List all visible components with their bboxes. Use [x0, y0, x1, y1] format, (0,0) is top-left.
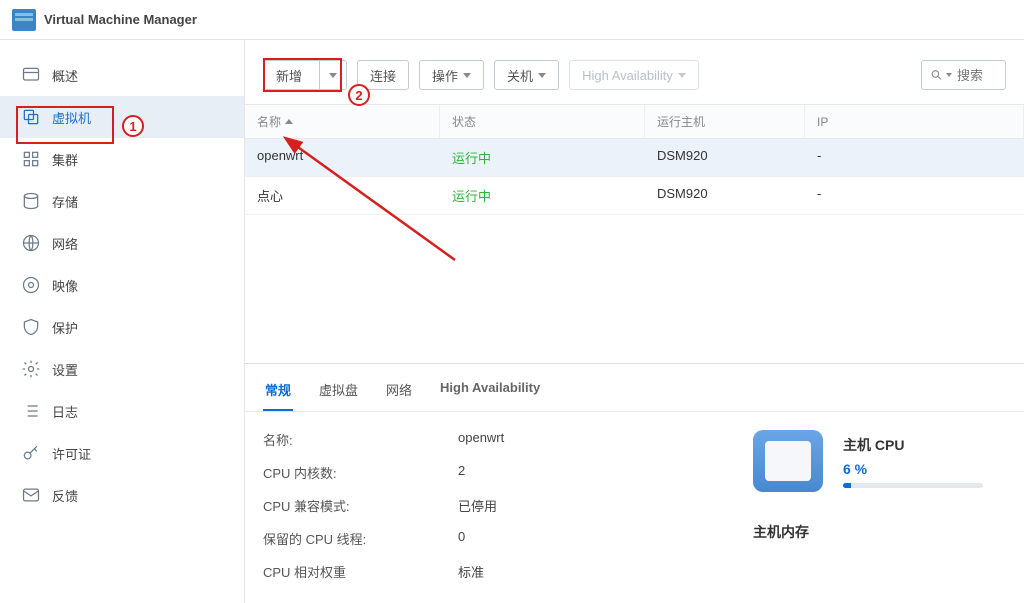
host-mem-title: 主机内存	[753, 522, 1006, 542]
connect-button[interactable]: 连接	[357, 60, 409, 90]
sidebar-item-label: 许可证	[52, 444, 91, 463]
cell-status: 运行中	[440, 139, 645, 176]
cell-ip: -	[805, 139, 1024, 176]
cpu-chip-icon	[753, 430, 823, 492]
sidebar-item-storage[interactable]: 存储	[0, 180, 244, 222]
toolbar: 新增 连接 操作 关机 High Availability	[245, 40, 1024, 104]
sidebar-item-feedback[interactable]: 反馈	[0, 474, 244, 516]
sidebar-item-label: 存储	[52, 192, 78, 211]
tab-ha[interactable]: High Availability	[438, 376, 542, 411]
connect-button-label: 连接	[370, 66, 396, 85]
cell-name: 点心	[245, 177, 440, 214]
sidebar-item-overview[interactable]: 概述	[0, 54, 244, 96]
chevron-down-icon	[463, 73, 471, 78]
col-header-host[interactable]: 运行主机	[645, 105, 805, 138]
sidebar-item-license[interactable]: 许可证	[0, 432, 244, 474]
sort-asc-icon	[285, 119, 293, 124]
app-header: Virtual Machine Manager	[0, 0, 1024, 40]
shutdown-button-label: 关机	[507, 66, 533, 85]
sidebar-item-label: 设置	[52, 360, 78, 379]
add-button-dropdown[interactable]	[319, 61, 346, 89]
tab-network[interactable]: 网络	[384, 376, 414, 411]
sidebar-item-protection[interactable]: 保护	[0, 306, 244, 348]
cell-name: openwrt	[245, 139, 440, 176]
sidebar-item-label: 集群	[52, 150, 78, 169]
sidebar-item-logs[interactable]: 日志	[0, 390, 244, 432]
search-icon	[930, 68, 943, 82]
detail-side: 主机 CPU 6 % 主机内存	[733, 430, 1006, 603]
cell-host: DSM920	[645, 177, 805, 214]
list-icon	[20, 401, 42, 421]
overview-icon	[20, 65, 42, 85]
network-icon	[20, 233, 42, 253]
host-cpu-bar	[843, 483, 983, 488]
tab-general[interactable]: 常规	[263, 376, 293, 411]
host-cpu-percent: 6 %	[843, 461, 983, 477]
sidebar-item-label: 反馈	[52, 486, 78, 505]
chevron-down-icon	[329, 73, 337, 78]
key-icon	[20, 443, 42, 463]
sidebar-item-settings[interactable]: 设置	[0, 348, 244, 390]
sidebar-item-image[interactable]: 映像	[0, 264, 244, 306]
ha-button-label: High Availability	[582, 68, 673, 83]
image-icon	[20, 275, 42, 295]
sidebar-item-network[interactable]: 网络	[0, 222, 244, 264]
kv-key: 名称:	[263, 430, 458, 449]
detail-properties: 名称:openwrt CPU 内核数:2 CPU 兼容模式:已停用 保留的 CP…	[263, 430, 733, 603]
kv-val: openwrt	[458, 430, 504, 449]
shield-icon	[20, 317, 42, 337]
detail-tabs: 常规 虚拟盘 网络 High Availability	[245, 364, 1024, 412]
vm-icon	[20, 107, 42, 127]
cell-status: 运行中	[440, 177, 645, 214]
sidebar-item-cluster[interactable]: 集群	[0, 138, 244, 180]
main-content: 新增 连接 操作 关机 High Availability 名称 状态 运行主机…	[245, 40, 1024, 603]
col-header-status[interactable]: 状态	[440, 105, 645, 138]
mail-icon	[20, 485, 42, 505]
cell-host: DSM920	[645, 139, 805, 176]
sidebar-item-label: 日志	[52, 402, 78, 421]
ha-button: High Availability	[569, 60, 699, 90]
host-cpu-card: 主机 CPU 6 %	[753, 430, 1006, 492]
chevron-down-icon	[678, 73, 686, 78]
sidebar-item-label: 保护	[52, 318, 78, 337]
kv-val: 已停用	[458, 496, 497, 515]
action-button-label: 操作	[432, 66, 458, 85]
kv-key: CPU 相对权重	[263, 562, 458, 581]
chevron-down-icon	[538, 73, 546, 78]
chevron-down-icon	[946, 73, 952, 77]
shutdown-button[interactable]: 关机	[494, 60, 559, 90]
action-button[interactable]: 操作	[419, 60, 484, 90]
sidebar: 概述 虚拟机 集群 存储 网络 映像 保护 设置	[0, 40, 245, 603]
kv-key: 保留的 CPU 线程:	[263, 529, 458, 548]
kv-key: CPU 兼容模式:	[263, 496, 458, 515]
table-header-row: 名称 状态 运行主机 IP	[245, 104, 1024, 139]
host-cpu-bar-fill	[843, 483, 851, 488]
storage-icon	[20, 191, 42, 211]
sidebar-item-vm[interactable]: 虚拟机	[0, 96, 244, 138]
search-input[interactable]	[957, 68, 997, 83]
sidebar-item-label: 概述	[52, 66, 78, 85]
kv-val: 标准	[458, 562, 484, 581]
detail-pane: 常规 虚拟盘 网络 High Availability 名称:openwrt C…	[245, 363, 1024, 603]
col-header-ip[interactable]: IP	[805, 105, 1024, 138]
cell-ip: -	[805, 177, 1024, 214]
cluster-icon	[20, 149, 42, 169]
tab-vdisk[interactable]: 虚拟盘	[317, 376, 360, 411]
add-button[interactable]: 新增	[263, 60, 347, 90]
sidebar-item-label: 虚拟机	[52, 108, 91, 127]
kv-val: 2	[458, 463, 465, 482]
sidebar-item-label: 网络	[52, 234, 78, 253]
search-box[interactable]	[921, 60, 1006, 90]
table-row[interactable]: openwrt 运行中 DSM920 -	[245, 139, 1024, 177]
app-title: Virtual Machine Manager	[44, 12, 197, 27]
host-cpu-title: 主机 CPU	[843, 435, 983, 455]
app-logo-icon	[12, 9, 36, 31]
col-header-name[interactable]: 名称	[245, 105, 440, 138]
kv-key: CPU 内核数:	[263, 463, 458, 482]
gear-icon	[20, 359, 42, 379]
table-row[interactable]: 点心 运行中 DSM920 -	[245, 177, 1024, 215]
kv-val: 0	[458, 529, 465, 548]
add-button-label: 新增	[264, 66, 314, 85]
sidebar-item-label: 映像	[52, 276, 78, 295]
